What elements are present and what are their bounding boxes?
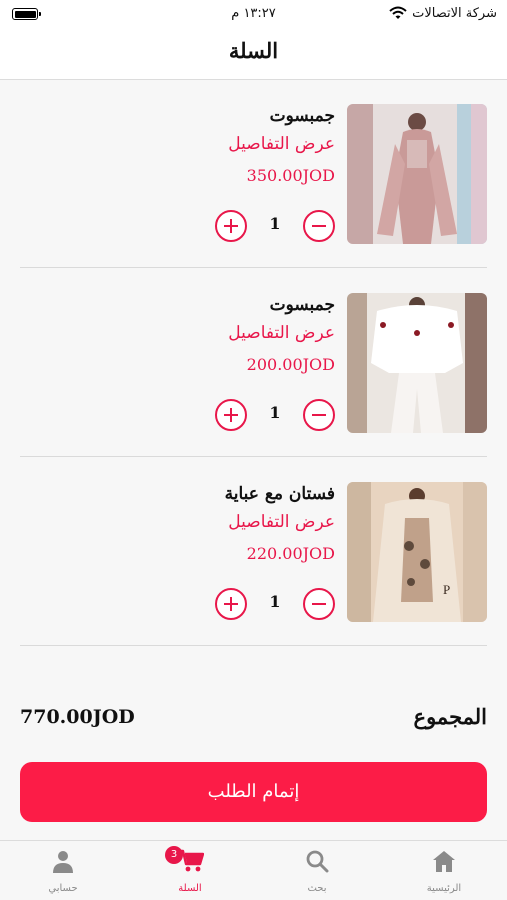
navigation-bar: السلة xyxy=(0,28,507,80)
quantity-stepper: 1 xyxy=(215,588,335,622)
product-image[interactable]: P xyxy=(347,482,487,622)
decrease-quantity-button[interactable] xyxy=(303,399,335,431)
product-image[interactable] xyxy=(347,104,487,244)
tab-bar: حسابي 3 السلة بحث الرئيسية xyxy=(0,840,507,900)
tab-search[interactable]: بحث xyxy=(254,841,380,900)
status-time: ١٣:٢٧ م xyxy=(231,6,276,21)
home-icon xyxy=(433,851,455,872)
total-label: المجموع xyxy=(413,704,487,729)
tab-home[interactable]: الرئيسية xyxy=(381,841,507,900)
item-info: جمبسوت عرض التفاصيل 200.00JOD 1 xyxy=(135,293,335,437)
product-image[interactable] xyxy=(347,293,487,433)
increase-quantity-button[interactable] xyxy=(215,588,247,620)
cart-item: جمبسوت عرض التفاصيل 200.00JOD 1 xyxy=(20,269,487,457)
person-icon xyxy=(53,851,73,873)
search-icon xyxy=(306,850,329,873)
item-info: فستان مع عباية عرض التفاصيل 220.00JOD 1 xyxy=(135,482,335,626)
view-details-link[interactable]: عرض التفاصيل xyxy=(135,321,335,353)
item-info: جمبسوت عرض التفاصيل 350.00JOD 1 xyxy=(135,104,335,248)
tab-label: بحث xyxy=(307,883,327,894)
item-price: 350.00JOD xyxy=(246,166,335,185)
svg-text:P: P xyxy=(443,582,450,597)
order-total: المجموع 770.00JOD xyxy=(20,700,487,740)
status-bar: شركة الاتصالات ١٣:٢٧ م xyxy=(0,0,507,28)
view-details-link[interactable]: عرض التفاصيل xyxy=(135,132,335,164)
item-name: جمبسوت xyxy=(269,295,335,315)
tab-label: السلة xyxy=(178,883,202,894)
item-price: 200.00JOD xyxy=(246,355,335,374)
tab-cart[interactable]: 3 السلة xyxy=(127,841,253,900)
decrease-quantity-button[interactable] xyxy=(303,210,335,242)
item-price: 220.00JOD xyxy=(246,544,335,563)
quantity-value: 1 xyxy=(269,214,281,233)
tab-label: الرئيسية xyxy=(426,883,462,894)
decrease-quantity-button[interactable] xyxy=(303,588,335,620)
increase-quantity-button[interactable] xyxy=(215,399,247,431)
page-title: السلة xyxy=(228,38,279,63)
cart-item: جمبسوت عرض التفاصيل 350.00JOD 1 xyxy=(20,80,487,268)
view-details-link[interactable]: عرض التفاصيل xyxy=(135,510,335,542)
item-name: جمبسوت xyxy=(269,106,335,126)
cart-item: P فستان مع عباية عرض التفاصيل 220.00JOD … xyxy=(20,458,487,646)
cart-count-badge: 3 xyxy=(165,846,183,864)
total-value: 770.00JOD xyxy=(20,706,135,728)
quantity-stepper: 1 xyxy=(215,210,335,244)
quantity-value: 1 xyxy=(269,592,281,611)
item-name: فستان مع عباية xyxy=(224,484,335,504)
increase-quantity-button[interactable] xyxy=(215,210,247,242)
tab-label: حسابي xyxy=(48,883,78,894)
battery-icon xyxy=(12,8,41,20)
quantity-stepper: 1 xyxy=(215,399,335,433)
tab-account[interactable]: حسابي xyxy=(0,841,126,900)
quantity-value: 1 xyxy=(269,403,281,422)
checkout-button[interactable]: إتمام الطلب xyxy=(20,762,487,822)
